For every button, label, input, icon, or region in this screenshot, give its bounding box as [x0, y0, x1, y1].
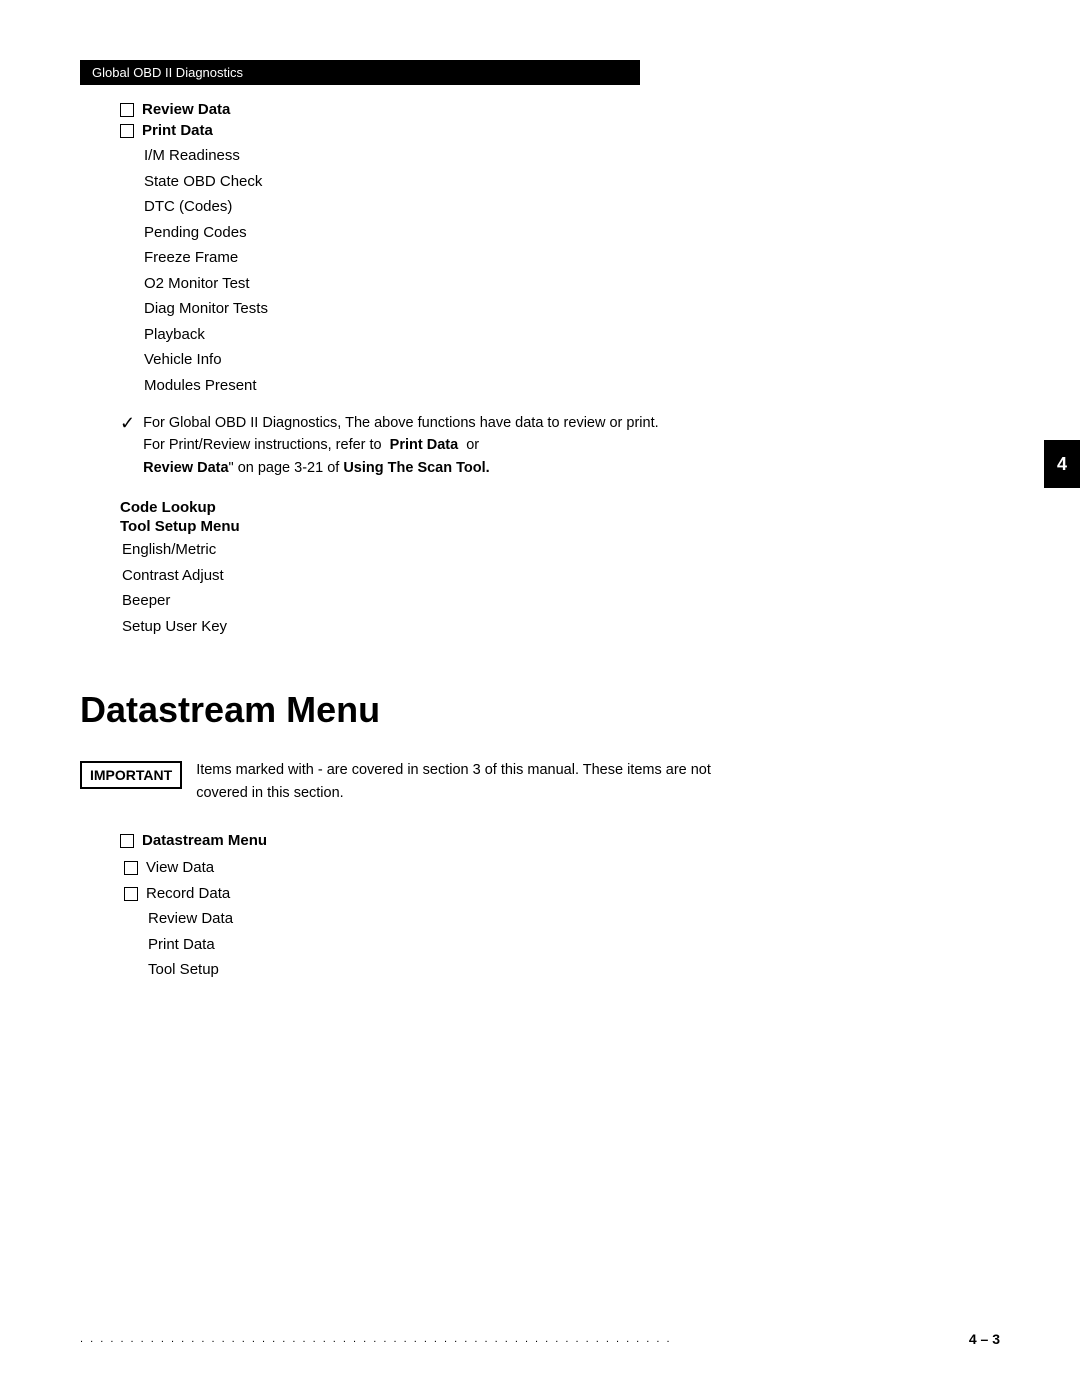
list-item: Record Data — [124, 881, 1000, 907]
list-item: View Data — [124, 855, 1000, 881]
list-item: Vehicle Info — [144, 347, 1000, 373]
datastream-menu-heading: Datastream Menu — [120, 832, 1000, 849]
list-item: Beeper — [122, 588, 1000, 614]
menu-section: Review Data Print Data I/M Readiness Sta… — [80, 101, 1000, 398]
checkmark-icon: ✓ — [120, 413, 135, 434]
footer-dots: . . . . . . . . . . . . . . . . . . . . … — [80, 1333, 953, 1345]
review-data-label: Review Data — [142, 101, 230, 118]
tool-section: Code Lookup Tool Setup Menu English/Metr… — [80, 499, 1000, 639]
checkbox-view-data — [124, 861, 138, 875]
datastream-menu-label: Datastream Menu — [142, 832, 267, 849]
important-text: Items marked with - are covered in secti… — [196, 759, 760, 804]
footer-page-number: 4 – 3 — [969, 1331, 1000, 1347]
list-item: Modules Present — [144, 373, 1000, 399]
header-bar: Global OBD II Diagnostics — [80, 60, 640, 85]
print-data-item: Print Data — [120, 122, 1000, 139]
checkbox-datastream — [120, 834, 134, 848]
list-item: O2 Monitor Test — [144, 271, 1000, 297]
tab-marker: 4 — [1044, 440, 1080, 488]
checkbox-print-data — [120, 124, 134, 138]
checkbox-record-data — [124, 887, 138, 901]
list-item: Review Data — [124, 906, 1000, 932]
important-box: IMPORTANT — [80, 761, 182, 789]
note-text: For Global OBD II Diagnostics, The above… — [143, 412, 680, 479]
tool-setup-menu-label: Tool Setup Menu — [120, 518, 1000, 535]
code-lookup-label: Code Lookup — [120, 499, 1000, 516]
important-section: IMPORTANT Items marked with - are covere… — [80, 759, 760, 804]
list-item: DTC (Codes) — [144, 194, 1000, 220]
print-data-label: Print Data — [142, 122, 213, 139]
list-item: Diag Monitor Tests — [144, 296, 1000, 322]
view-data-label: View Data — [146, 855, 214, 881]
page-container: 4 Global OBD II Diagnostics Review Data … — [0, 0, 1080, 1397]
list-item: Pending Codes — [144, 220, 1000, 246]
datastream-menu-section: Datastream Menu View Data Record Data Re… — [80, 832, 1000, 983]
list-item: State OBD Check — [144, 169, 1000, 195]
list-item: Freeze Frame — [144, 245, 1000, 271]
checkbox-review-data — [120, 103, 134, 117]
list-item: Print Data — [124, 932, 1000, 958]
review-data-item: Review Data — [120, 101, 1000, 118]
datastream-sub-items: View Data Record Data Review Data Print … — [120, 855, 1000, 983]
note-section: ✓ For Global OBD II Diagnostics, The abo… — [80, 412, 680, 479]
datastream-menu-title: Datastream Menu — [80, 689, 1000, 731]
list-item: Playback — [144, 322, 1000, 348]
list-item: I/M Readiness — [144, 143, 1000, 169]
record-data-label: Record Data — [146, 881, 230, 907]
menu-sub-items: I/M Readiness State OBD Check DTC (Codes… — [120, 143, 1000, 398]
tool-sub-items: English/Metric Contrast Adjust Beeper Se… — [120, 537, 1000, 639]
list-item: Setup User Key — [122, 614, 1000, 640]
footer: . . . . . . . . . . . . . . . . . . . . … — [80, 1331, 1000, 1347]
list-item: English/Metric — [122, 537, 1000, 563]
list-item: Contrast Adjust — [122, 563, 1000, 589]
list-item: Tool Setup — [124, 957, 1000, 983]
